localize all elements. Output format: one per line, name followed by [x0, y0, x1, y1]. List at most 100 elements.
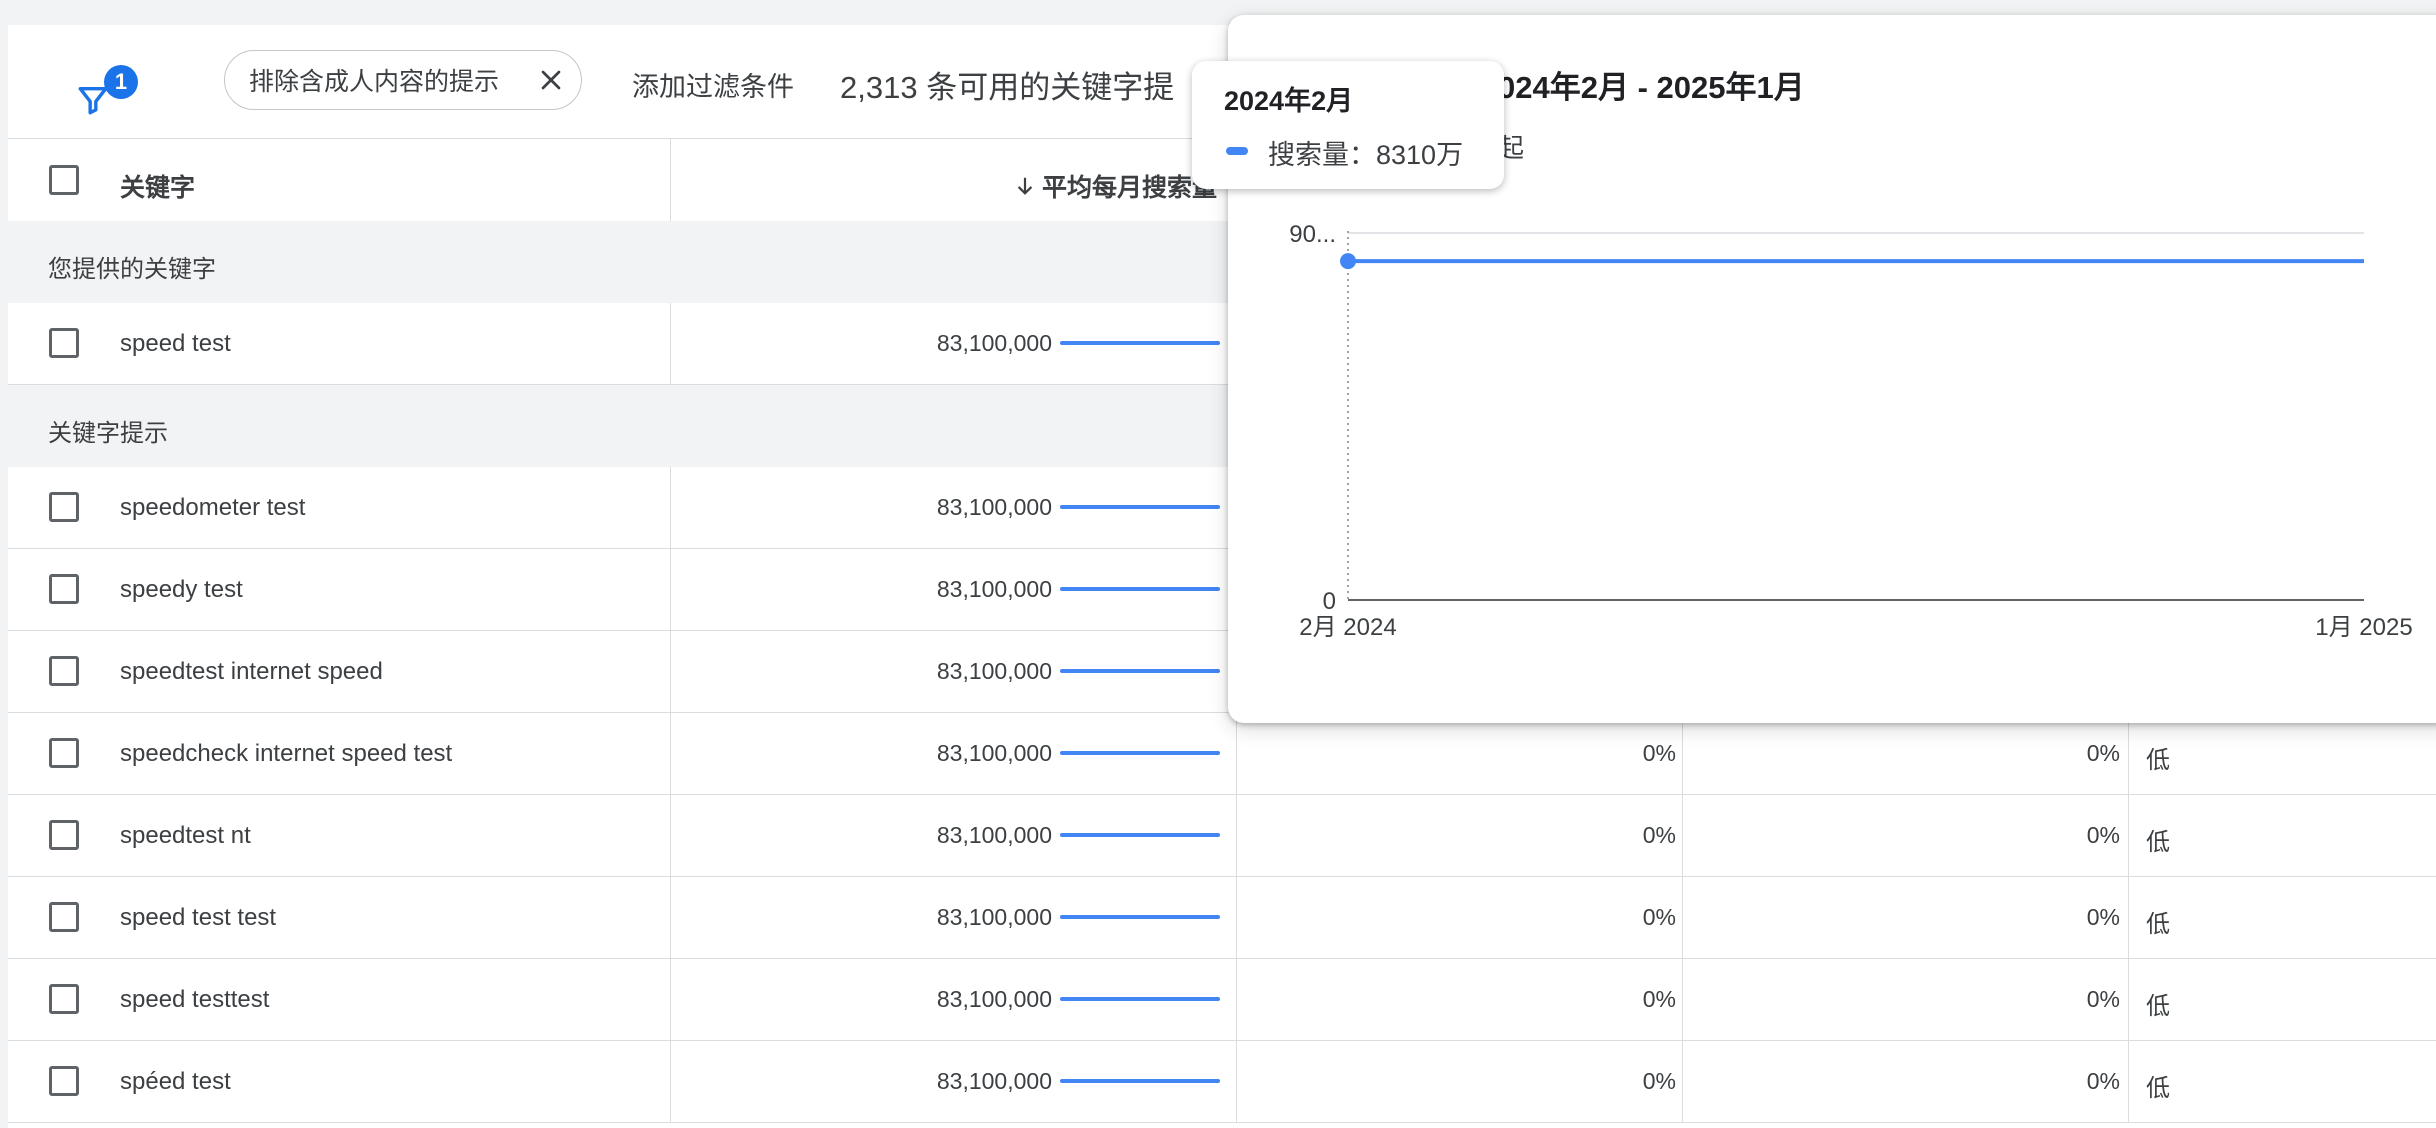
table-row[interactable]: speed testtest 83,100,000 0% 0% 低	[8, 959, 2436, 1041]
volume-cell: 83,100,000	[936, 330, 1052, 356]
tooltip-series-value: 搜索量：8310万	[1268, 140, 1464, 170]
trend-sparkline[interactable]	[1060, 997, 1220, 1001]
volume-cell: 83,100,000	[936, 576, 1052, 602]
column-divider	[1236, 877, 1237, 958]
row-checkbox[interactable]	[49, 492, 79, 522]
volume-cell: 83,100,000	[936, 494, 1052, 520]
keyword-cell: speedcheck internet speed test	[120, 740, 453, 767]
series-swatch	[1226, 147, 1248, 155]
table-row[interactable]: speed test test 83,100,000 0% 0% 低	[8, 877, 2436, 959]
column-divider	[1682, 713, 1683, 794]
competition-cell: 低	[2146, 993, 2170, 1020]
column-divider	[1682, 877, 1683, 958]
column-divider	[1682, 959, 1683, 1040]
column-divider	[1236, 1041, 1237, 1122]
keyword-planner-page: 1 排除含成人内容的提示 添加过滤条件 2,313 条可用的关键字提 关键字 平…	[8, 15, 2436, 1128]
column-divider	[670, 877, 671, 958]
table-row[interactable]: spéed test 83,100,000 0% 0% 低	[8, 1041, 2436, 1123]
chart-tooltip: 2024年2月 搜索量：8310万	[1192, 61, 1504, 189]
column-divider	[670, 959, 671, 1040]
column-divider	[1236, 959, 1237, 1040]
yoy-change-cell: 0%	[2086, 986, 2120, 1012]
filter-button[interactable]: 1	[76, 65, 138, 125]
volume-cell: 83,100,000	[936, 658, 1052, 684]
column-divider	[1236, 713, 1237, 794]
trend-sparkline[interactable]	[1060, 751, 1220, 755]
column-divider	[670, 303, 671, 384]
row-checkbox[interactable]	[49, 574, 79, 604]
x-tick-label: 2月 2024	[1299, 614, 1396, 641]
column-divider	[670, 713, 671, 794]
yoy-change-cell: 0%	[2086, 1068, 2120, 1094]
column-header-keyword[interactable]: 关键字	[120, 168, 195, 204]
column-divider	[2128, 713, 2129, 794]
column-divider	[670, 1041, 671, 1122]
three-month-change-cell: 0%	[1642, 986, 1676, 1012]
volume-cell: 83,100,000	[936, 822, 1052, 848]
highlighted-data-point	[1340, 253, 1356, 270]
add-filter-link[interactable]: 添加过滤条件	[632, 65, 794, 104]
volume-cell: 83,100,000	[936, 740, 1052, 766]
trend-sparkline[interactable]	[1060, 833, 1220, 837]
column-divider	[1236, 795, 1237, 876]
volume-cell: 83,100,000	[936, 1068, 1052, 1094]
column-divider	[670, 549, 671, 630]
column-divider	[2128, 959, 2129, 1040]
sort-descending-icon	[1017, 177, 1033, 195]
section-label: 您提供的关键字	[48, 256, 216, 283]
competition-cell: 低	[2146, 911, 2170, 938]
column-divider	[2128, 877, 2129, 958]
column-divider	[1682, 1041, 1683, 1122]
competition-cell: 低	[2146, 1075, 2170, 1102]
three-month-change-cell: 0%	[1642, 904, 1676, 930]
keyword-cell: speedtest nt	[120, 822, 251, 849]
keyword-cell: speedy test	[120, 576, 243, 603]
adult-content-filter-chip[interactable]: 排除含成人内容的提示	[224, 50, 582, 110]
column-divider	[1682, 795, 1683, 876]
chip-label: 排除含成人内容的提示	[249, 68, 500, 96]
trend-sparkline[interactable]	[1060, 341, 1220, 345]
table-row[interactable]: speedcheck internet speed test 83,100,000…	[8, 713, 2436, 795]
trend-sparkline[interactable]	[1060, 669, 1220, 673]
competition-cell: 低	[2146, 747, 2170, 774]
keyword-cell: speed test test	[120, 904, 277, 931]
column-header-volume[interactable]: 平均每月搜索量	[1014, 168, 1217, 204]
trend-sparkline[interactable]	[1060, 915, 1220, 919]
close-icon[interactable]	[535, 64, 567, 96]
filter-count-badge: 1	[104, 65, 138, 99]
row-checkbox[interactable]	[49, 984, 79, 1014]
row-checkbox[interactable]	[49, 328, 79, 358]
x-tick-label: 1月 2025	[2315, 614, 2412, 641]
column-divider	[670, 795, 671, 876]
select-all-checkbox[interactable]	[49, 165, 79, 195]
keyword-count-text: 2,313 条可用的关键字提	[840, 70, 1175, 105]
y-tick-label: 90...	[1289, 221, 1336, 248]
three-month-change-cell: 0%	[1642, 1068, 1676, 1094]
trend-sparkline[interactable]	[1060, 505, 1220, 509]
tooltip-title: 2024年2月	[1224, 86, 1354, 116]
three-month-change-cell: 0%	[1642, 740, 1676, 766]
section-label: 关键字提示	[48, 420, 168, 447]
column-header-volume-label: 平均每月搜索量	[1042, 174, 1218, 202]
y-tick-label: 0	[1323, 588, 1336, 615]
keyword-cell: speed testtest	[120, 986, 270, 1013]
trend-sparkline[interactable]	[1060, 587, 1220, 591]
volume-cell: 83,100,000	[936, 986, 1052, 1012]
column-divider	[2128, 795, 2129, 876]
table-row[interactable]: speedtest nt 83,100,000 0% 0% 低	[8, 795, 2436, 877]
yoy-change-cell: 0%	[2086, 822, 2120, 848]
column-divider	[2128, 1041, 2129, 1122]
row-checkbox[interactable]	[49, 820, 79, 850]
keyword-cell: speed test	[120, 330, 231, 357]
trend-sparkline[interactable]	[1060, 1079, 1220, 1083]
column-divider	[670, 467, 671, 548]
volume-cell: 83,100,000	[936, 904, 1052, 930]
yoy-change-cell: 0%	[2086, 740, 2120, 766]
keyword-cell: speedtest internet speed	[120, 658, 383, 685]
row-checkbox[interactable]	[49, 738, 79, 768]
competition-cell: 低	[2146, 829, 2170, 856]
keyword-cell: spéed test	[120, 1068, 231, 1095]
row-checkbox[interactable]	[49, 656, 79, 686]
row-checkbox[interactable]	[49, 1066, 79, 1096]
row-checkbox[interactable]	[49, 902, 79, 932]
